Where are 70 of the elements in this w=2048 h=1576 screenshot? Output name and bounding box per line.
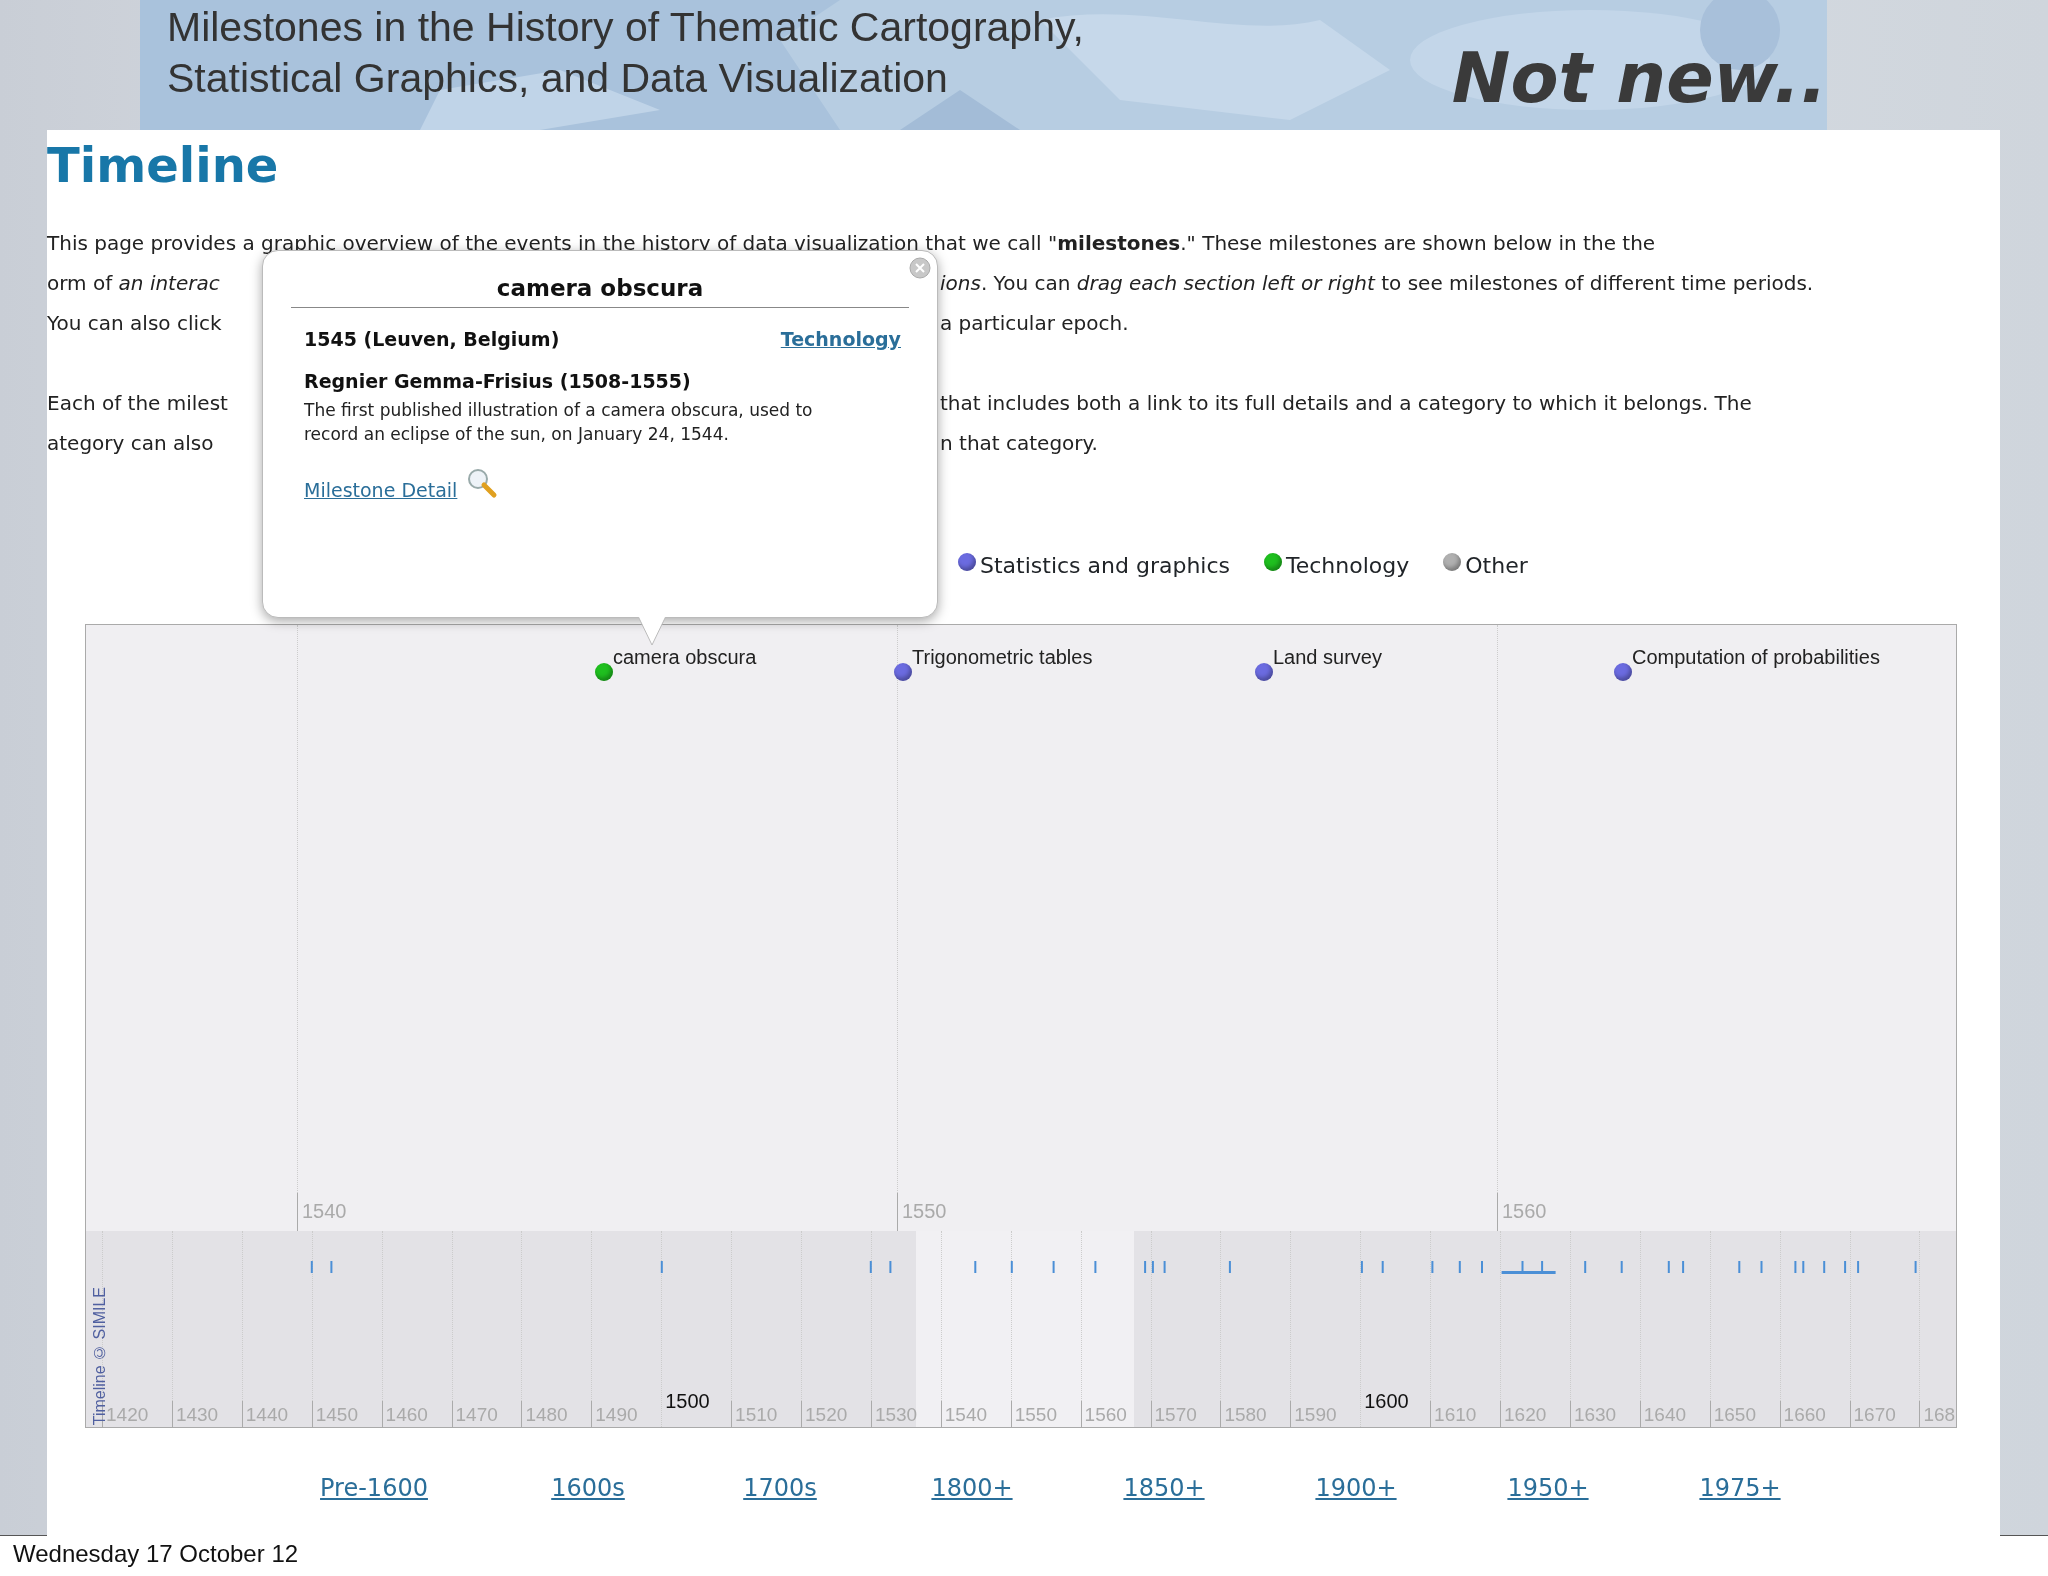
paragraph-text: a particular epoch. [940, 310, 1129, 337]
axis-label: 1650 [1713, 1403, 1756, 1427]
event-dot[interactable] [1614, 663, 1632, 681]
event-label[interactable]: Land survey [1273, 645, 1382, 669]
banner-title: Milestones in the History of Thematic Cartography, [167, 3, 1084, 52]
axis-label: 1530 [874, 1403, 918, 1427]
axis-label: 1640 [1643, 1403, 1687, 1427]
paragraph-text: ions. You can drag each section left or right to see milestones of different time periods. [940, 270, 1814, 297]
paragraph-text: Each of the milest [47, 390, 229, 417]
legend-label: Other [1465, 552, 1528, 580]
axis-label: 1510 [735, 1403, 778, 1427]
axis-label: 1560 [1502, 1199, 1547, 1223]
event-dot[interactable] [595, 663, 613, 681]
axis-label: 1550 [1014, 1403, 1057, 1427]
epoch-link[interactable]: 1600s [492, 1473, 684, 1503]
legend-label: Technology [1286, 552, 1410, 580]
event-dot[interactable] [894, 663, 912, 681]
popup-person: Regnier Gemma-Frisius (1508-1555) [304, 369, 692, 394]
axis-label: 1550 [902, 1199, 947, 1223]
axis-label: 168 [1923, 1403, 1956, 1427]
milestone-link[interactable]: Milestone Detail [304, 476, 458, 505]
popup-title: camera obscura [291, 271, 909, 308]
axis-label: 1470 [455, 1403, 498, 1427]
paragraph-text: orm of an interac [47, 270, 221, 297]
slide-tagline: Not new.. [1451, 38, 1827, 118]
axis-label: 1540 [944, 1403, 988, 1427]
axis-label: 1440 [245, 1403, 289, 1427]
axis-label: 1460 [385, 1403, 428, 1427]
legend-label: Statistics and graphics [980, 552, 1230, 580]
axis-label: 1540 [302, 1199, 347, 1223]
axis-label: 1420 [106, 1403, 149, 1427]
event-dot[interactable] [1255, 663, 1273, 681]
axis-label: 1450 [315, 1403, 358, 1427]
epoch-link[interactable]: 1700s [684, 1473, 876, 1503]
paragraph-text: n that category. [940, 430, 1098, 457]
epoch-link[interactable]: Pre-1600 [256, 1473, 492, 1503]
event-label[interactable]: Computation of probabilities [1632, 645, 1880, 669]
event-label[interactable]: camera obscura [613, 645, 757, 669]
axis-label: 1600 [1364, 1389, 1409, 1413]
banner-title: Statistical Graphics, and Data Visualization [167, 54, 949, 103]
epoch-link[interactable]: 1900+ [1260, 1473, 1452, 1503]
axis-label: 1480 [525, 1403, 568, 1427]
credit-label: Timeline © SIMILE [90, 1286, 108, 1425]
epoch-link[interactable]: 1975+ [1644, 1473, 1836, 1503]
paragraph-text: You can also click [47, 310, 223, 337]
epoch-link[interactable]: 1950+ [1452, 1473, 1644, 1503]
popup-description: The first published illustration of a camera obscura, used to record an eclipse of the sun, on January 24, 1544. [304, 399, 814, 446]
page-heading: Timeline [47, 136, 280, 195]
axis-label: 1580 [1224, 1403, 1267, 1427]
axis-label: 1660 [1783, 1403, 1826, 1427]
paragraph-text: This page provides a graphic overview of the events in the history of data visualization that we call "milestones." These milestones are shown below in the the [47, 230, 1656, 257]
category-link[interactable]: Technology [780, 326, 901, 352]
event-label[interactable]: Trigonometric tables [912, 645, 1093, 669]
epoch-link[interactable]: 1850+ [1068, 1473, 1260, 1503]
axis-label: 1500 [665, 1389, 710, 1413]
axis-label: 1490 [595, 1403, 638, 1427]
paragraph-text: that includes both a link to its full details and a category to which it belongs. The [940, 390, 1752, 417]
axis-label: 1630 [1573, 1403, 1617, 1427]
footer-date: Wednesday 17 October 12 [12, 1539, 300, 1569]
epoch-link[interactable]: 1800+ [876, 1473, 1068, 1503]
axis-label: 1590 [1294, 1403, 1337, 1427]
popup-date: 1545 (Leuven, Belgium) [304, 327, 560, 352]
axis-label: 1670 [1853, 1403, 1896, 1427]
axis-label: 1620 [1504, 1403, 1547, 1427]
axis-label: 1430 [175, 1403, 219, 1427]
axis-label: 1520 [805, 1403, 848, 1427]
axis-label: 1570 [1154, 1403, 1197, 1427]
axis-label: 1560 [1084, 1403, 1127, 1427]
paragraph-text: ategory can also [47, 430, 215, 457]
axis-label: 1610 [1434, 1403, 1477, 1427]
